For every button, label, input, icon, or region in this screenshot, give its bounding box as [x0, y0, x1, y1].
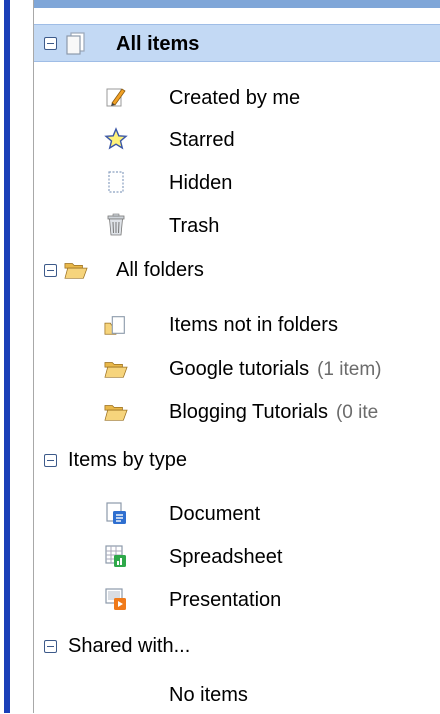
- items-not-in-folders-icon: [104, 313, 128, 337]
- tree-item-label: Items not in folders: [169, 314, 338, 336]
- star-icon: [104, 127, 128, 151]
- folder-name: Google tutorials: [169, 358, 310, 380]
- tree-item-label: All folders: [116, 259, 204, 281]
- tree-item-starred[interactable]: Starred: [34, 121, 440, 159]
- presentation-icon: [104, 587, 128, 611]
- collapse-icon[interactable]: [44, 454, 57, 467]
- spreadsheet-icon: [104, 544, 128, 568]
- tree-item-hidden[interactable]: Hidden: [34, 164, 440, 202]
- top-border: [34, 0, 440, 8]
- tree-item-label: Document: [169, 503, 261, 525]
- tree-item-created-by-me[interactable]: Created by me: [34, 79, 440, 117]
- tree-item-label: Items by type: [68, 449, 187, 471]
- tree-item-all-items[interactable]: All items: [34, 24, 440, 62]
- collapse-icon[interactable]: [44, 264, 57, 277]
- tree-item-blogging-tutorials[interactable]: Blogging Tutorials (0 ite: [34, 393, 440, 431]
- tree-item-presentation[interactable]: Presentation: [34, 581, 440, 619]
- tree-item-label: Spreadsheet: [169, 546, 283, 568]
- pencil-icon: [104, 85, 128, 109]
- item-count: (1 item): [317, 359, 382, 380]
- document-icon: [104, 501, 128, 525]
- trash-icon: [104, 213, 128, 237]
- tree-item-document[interactable]: Document: [34, 495, 440, 533]
- tree-item-label: Blogging Tutorials (0 ite: [169, 401, 378, 424]
- tree-item-trash[interactable]: Trash: [34, 207, 440, 245]
- tree-item-label: Google tutorials (1 item): [169, 358, 381, 381]
- folder-open-icon: [104, 357, 128, 381]
- folder-open-icon: [64, 258, 88, 282]
- empty-state-text: No items: [34, 676, 440, 714]
- tree-item-label: Shared with...: [68, 635, 191, 657]
- folder-name: Blogging Tutorials: [169, 401, 328, 423]
- no-items-label: No items: [169, 684, 248, 706]
- tree-item-label: Presentation: [169, 589, 282, 611]
- left-accent-bar: [4, 0, 10, 713]
- tree-item-shared-with[interactable]: Shared with...: [34, 627, 440, 665]
- folder-open-icon: [104, 400, 128, 424]
- collapse-icon[interactable]: [44, 37, 57, 50]
- tree-item-label: Trash: [169, 215, 220, 237]
- tree-item-items-by-type[interactable]: Items by type: [34, 441, 440, 479]
- tree-item-label: Hidden: [169, 172, 233, 194]
- tree-item-label: Starred: [169, 129, 235, 151]
- tree-item-label: Created by me: [169, 87, 301, 109]
- all-items-page-icon: [64, 31, 88, 55]
- left-edge: [0, 0, 34, 713]
- item-count: (0 ite: [335, 402, 379, 423]
- tree-item-items-not-in-folders[interactable]: Items not in folders: [34, 306, 440, 344]
- hidden-page-icon: [104, 170, 128, 194]
- tree-item-all-folders[interactable]: All folders: [34, 251, 440, 289]
- collapse-icon[interactable]: [44, 640, 57, 653]
- tree-item-google-tutorials[interactable]: Google tutorials (1 item): [34, 350, 440, 388]
- tree-item-label: All items: [116, 33, 200, 55]
- tree-item-spreadsheet[interactable]: Spreadsheet: [34, 538, 440, 576]
